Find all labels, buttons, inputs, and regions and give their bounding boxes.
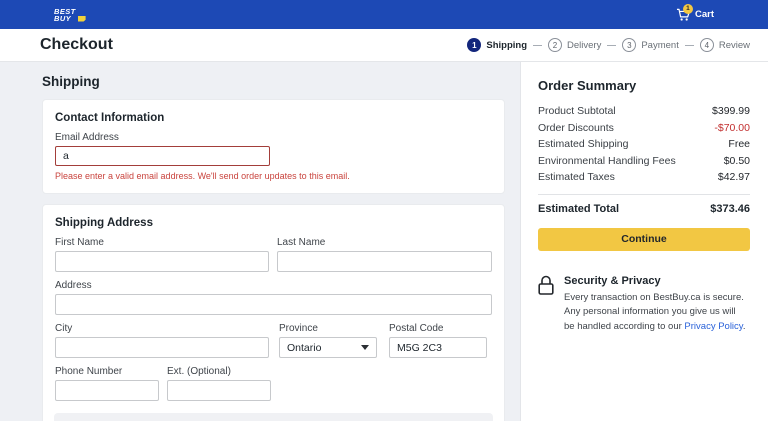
city-field[interactable]	[55, 337, 269, 358]
summary-row-handling-fees: Environmental Handling Fees $0.50	[538, 153, 750, 170]
last-name-field[interactable]	[277, 251, 492, 272]
estimated-total-row: Estimated Total $373.46	[538, 203, 750, 215]
last-name-label: Last Name	[277, 237, 326, 248]
step-separator	[607, 44, 617, 46]
province-label: Province	[279, 323, 318, 334]
step-shipping: 1 Shipping	[467, 38, 527, 52]
step-delivery-number: 2	[548, 38, 563, 52]
ext-field-group: Ext. (Optional)	[167, 366, 271, 401]
cart-label: Cart	[694, 9, 714, 20]
step-shipping-number: 1	[467, 38, 482, 52]
summary-row-shipping: Estimated Shipping Free	[538, 136, 750, 153]
first-name-label: First Name	[55, 237, 104, 248]
handling-fees-label: Environmental Handling Fees	[538, 154, 676, 167]
province-selected-value: Ontario	[287, 341, 322, 354]
email-field[interactable]	[55, 146, 270, 166]
order-summary-title: Order Summary	[538, 78, 637, 93]
email-label: Email Address	[55, 132, 119, 143]
summary-divider	[538, 193, 750, 195]
estimated-total-value: $373.46	[710, 202, 750, 215]
logo-line2: BUY	[54, 13, 72, 23]
checkout-header: Checkout 1 Shipping 2 Delivery 3 Payment…	[0, 29, 768, 62]
ext-label: Ext. (Optional)	[167, 366, 231, 377]
top-navbar: BEST BUY 1 Cart	[0, 0, 768, 29]
phone-row: Phone Number Ext. (Optional)	[55, 366, 492, 401]
lock-icon	[538, 275, 554, 295]
city-label: City	[55, 323, 73, 334]
city-field-group: City	[55, 323, 269, 358]
estimated-shipping-label: Estimated Shipping	[538, 138, 629, 150]
card-spacer	[42, 194, 505, 204]
next-section-placeholder	[54, 413, 493, 421]
step-payment: 3 Payment	[622, 38, 679, 52]
subtotal-label: Product Subtotal	[538, 105, 616, 117]
step-payment-label: Payment	[641, 39, 679, 51]
step-delivery: 2 Delivery	[548, 38, 601, 52]
order-summary-panel: Order Summary Product Subtotal $399.99 O…	[520, 62, 768, 421]
phone-field-group: Phone Number	[55, 366, 159, 401]
security-text-part2: .	[742, 320, 746, 332]
contact-information-card: Contact Information Email Address Please…	[42, 99, 505, 194]
discounts-label: Order Discounts	[538, 121, 614, 134]
address-field[interactable]	[55, 294, 492, 315]
postal-code-field-group: Postal Code	[389, 323, 487, 358]
security-privacy-content: Security & Privacy Every transaction on …	[564, 275, 746, 335]
email-error-message: Please enter a valid email address. We'l…	[55, 171, 350, 181]
shipping-heading: Shipping	[42, 74, 100, 89]
step-delivery-label: Delivery	[567, 39, 602, 51]
chevron-down-icon	[361, 345, 369, 350]
phone-number-label: Phone Number	[55, 366, 123, 377]
shipping-address-heading: Shipping Address	[55, 217, 153, 229]
first-name-field-group: First Name	[55, 237, 269, 272]
contact-information-heading: Contact Information	[55, 112, 165, 124]
step-separator	[684, 44, 694, 46]
continue-button[interactable]: Continue	[538, 227, 750, 251]
cart-button[interactable]: 1 Cart	[676, 3, 714, 22]
step-review-number: 4	[699, 38, 714, 52]
estimated-taxes-value: $42.97	[717, 171, 750, 183]
phone-number-field[interactable]	[55, 380, 159, 401]
estimated-total-label: Estimated Total	[538, 202, 620, 215]
first-name-field[interactable]	[55, 251, 269, 272]
step-review: 4 Review	[699, 38, 750, 52]
estimated-taxes-label: Estimated Taxes	[538, 171, 615, 183]
handling-fees-value: $0.50	[723, 154, 750, 167]
shipping-pane: Shipping Contact Information Email Addre…	[0, 62, 520, 421]
name-row: First Name Last Name	[55, 237, 492, 272]
step-payment-number: 3	[622, 38, 637, 52]
step-shipping-label: Shipping	[486, 39, 528, 51]
province-select[interactable]: Ontario	[279, 337, 377, 358]
step-review-label: Review	[718, 39, 750, 51]
estimated-shipping-value: Free	[728, 138, 750, 150]
ext-field[interactable]	[167, 380, 271, 401]
last-name-field-group: Last Name	[277, 237, 492, 272]
page-title: Checkout	[40, 36, 113, 53]
bestbuy-logo[interactable]: BEST BUY	[54, 7, 86, 23]
main-content: Shipping Contact Information Email Addre…	[0, 62, 768, 421]
summary-row-subtotal: Product Subtotal $399.99	[538, 103, 750, 120]
subtotal-value: $399.99	[712, 105, 750, 117]
summary-row-taxes: Estimated Taxes $42.97	[538, 169, 750, 186]
province-field-group: Province Ontario	[279, 323, 377, 358]
shipping-address-card: Shipping Address First Name Last Name Ad…	[42, 204, 505, 421]
cart-count-badge: 1	[682, 3, 693, 14]
bestbuy-logo-text: BEST BUY	[54, 7, 76, 23]
security-privacy-text: Every transaction on BestBuy.ca is secur…	[564, 291, 746, 335]
security-privacy-section: Security & Privacy Every transaction on …	[538, 275, 750, 335]
summary-row-discounts: Order Discounts -$70.00	[538, 120, 750, 137]
checkout-steps: 1 Shipping 2 Delivery 3 Payment 4 Review	[467, 38, 750, 52]
privacy-policy-link[interactable]: Privacy Policy	[684, 321, 742, 332]
address-field-group: Address	[55, 280, 492, 315]
postal-code-label: Postal Code	[389, 323, 444, 334]
security-privacy-title: Security & Privacy	[564, 274, 661, 287]
city-province-postal-row: City Province Ontario Postal Code	[55, 323, 492, 358]
postal-code-field[interactable]	[389, 337, 487, 358]
discounts-value: -$70.00	[714, 121, 750, 134]
step-separator	[533, 44, 543, 46]
bestbuy-tag-icon	[77, 15, 86, 22]
address-label: Address	[55, 280, 92, 291]
address-row: Address	[55, 280, 492, 315]
